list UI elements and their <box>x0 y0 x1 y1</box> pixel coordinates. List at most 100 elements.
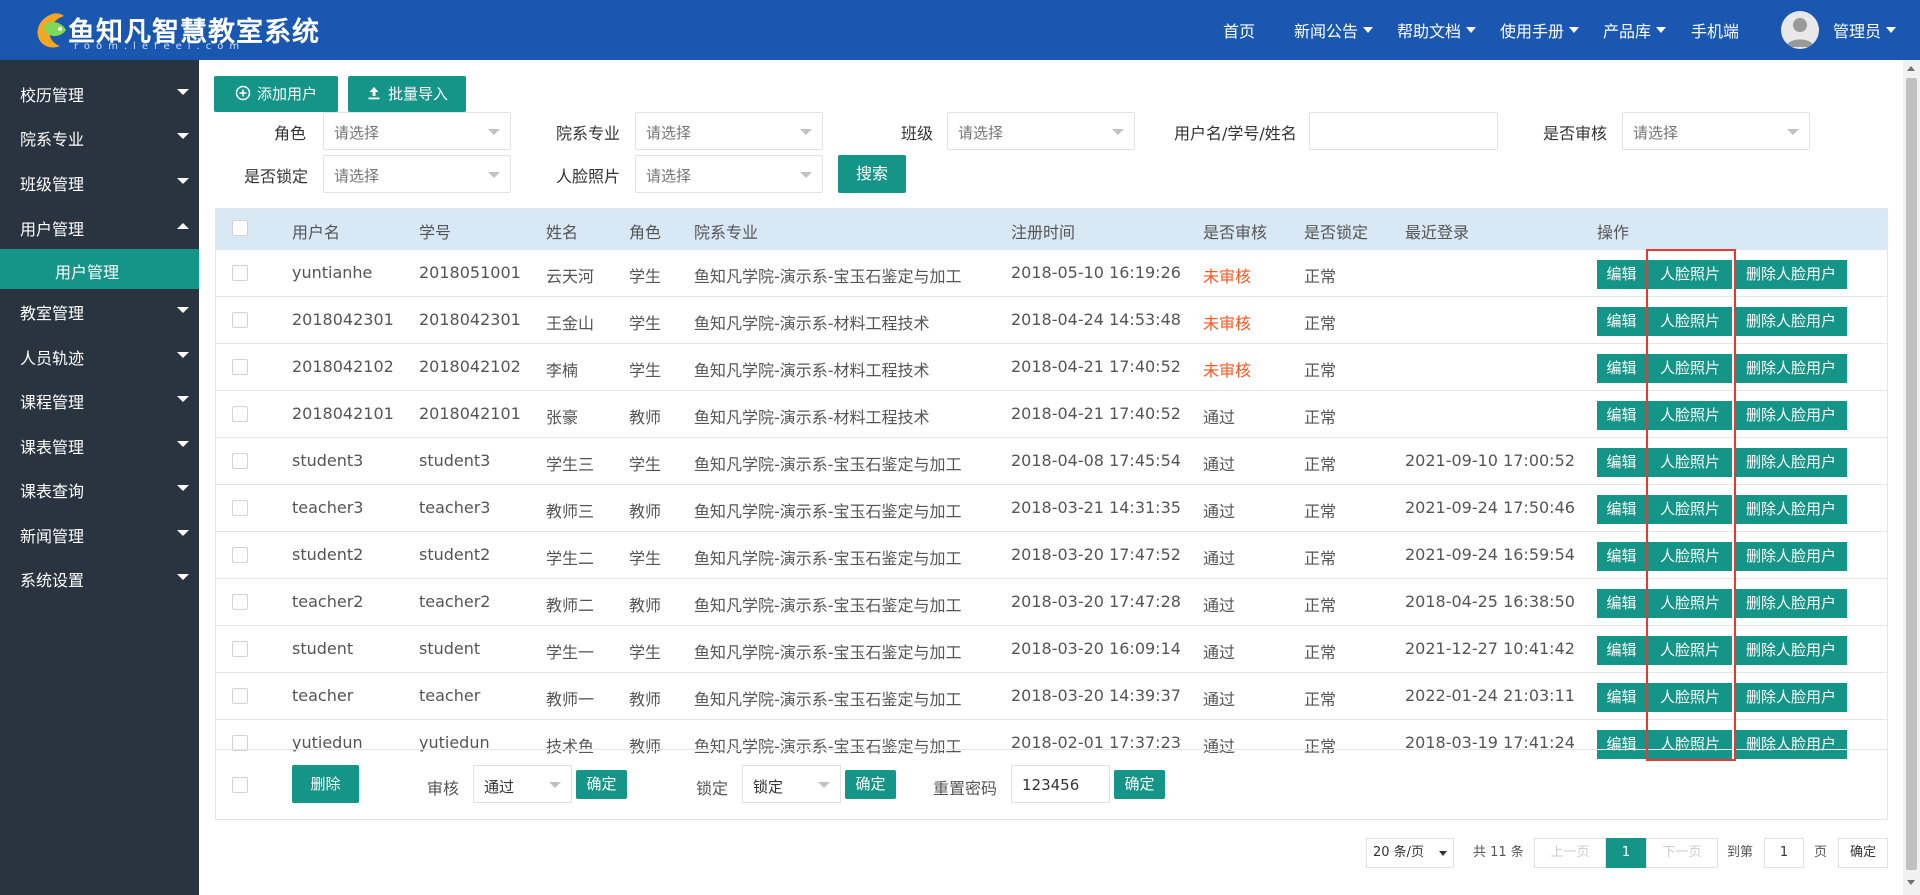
face-photo-button[interactable]: 人脸照片 <box>1648 448 1732 477</box>
edit-button[interactable]: 编辑 <box>1597 542 1646 571</box>
sidebar-item-settings[interactable]: 系统设置 <box>0 557 199 597</box>
batch-select-checkbox[interactable] <box>232 777 248 793</box>
row-checkbox[interactable] <box>232 453 248 469</box>
sidebar-item-classrooms[interactable]: 教室管理 <box>0 290 199 330</box>
select-all-checkbox[interactable] <box>232 220 248 236</box>
cell-role: 教师 <box>629 502 662 521</box>
keyword-input[interactable] <box>1309 112 1498 150</box>
nav-mobile[interactable]: 手机端 <box>1691 0 1739 60</box>
batch-import-button[interactable]: 批量导入 <box>348 76 466 112</box>
delete-face-user-button[interactable]: 删除人脸用户 <box>1735 354 1847 383</box>
row-checkbox[interactable] <box>232 312 248 328</box>
role-select-placeholder: 请选择 <box>334 124 380 142</box>
edit-button[interactable]: 编辑 <box>1597 683 1646 712</box>
role-select[interactable]: 请选择 <box>323 112 511 150</box>
edit-button[interactable]: 编辑 <box>1597 307 1646 336</box>
goto-page-input[interactable]: 1 <box>1764 838 1804 868</box>
nav-news[interactable]: 新闻公告 <box>1294 0 1374 60</box>
face-photo-button[interactable]: 人脸照片 <box>1648 636 1732 665</box>
sidebar-subitem-user-management[interactable]: 用户管理 <box>0 249 199 289</box>
row-checkbox[interactable] <box>232 547 248 563</box>
edit-button[interactable]: 编辑 <box>1597 495 1646 524</box>
scroll-up-icon[interactable] <box>1907 66 1915 71</box>
edit-button[interactable]: 编辑 <box>1597 448 1646 477</box>
next-page-button[interactable]: 下一页 <box>1646 838 1718 868</box>
edit-button[interactable]: 编辑 <box>1597 636 1646 665</box>
delete-face-user-button[interactable]: 删除人脸用户 <box>1735 495 1847 524</box>
cell-registered: 2018-04-08 17:45:54 <box>1011 451 1181 470</box>
prev-page-button[interactable]: 上一页 <box>1534 838 1606 868</box>
dept-select[interactable]: 请选择 <box>635 112 823 150</box>
class-select[interactable]: 请选择 <box>947 112 1135 150</box>
sidebar-item-tracks[interactable]: 人员轨迹 <box>0 335 199 375</box>
face-photo-button[interactable]: 人脸照片 <box>1648 307 1732 336</box>
face-photo-button[interactable]: 人脸照片 <box>1648 401 1732 430</box>
lock-select[interactable]: 请选择 <box>323 155 511 193</box>
edit-button[interactable]: 编辑 <box>1597 401 1646 430</box>
face-filter-label: 人脸照片 <box>556 167 621 186</box>
batch-audit-select[interactable]: 通过 <box>473 765 572 803</box>
delete-face-user-button[interactable]: 删除人脸用户 <box>1735 589 1847 618</box>
user-menu[interactable]: 管理员 <box>1833 0 1897 60</box>
face-photo-button[interactable]: 人脸照片 <box>1648 495 1732 524</box>
edit-button[interactable]: 编辑 <box>1597 589 1646 618</box>
delete-face-user-button[interactable]: 删除人脸用户 <box>1735 683 1847 712</box>
nav-news-label: 新闻公告 <box>1294 22 1359 41</box>
delete-face-user-button[interactable]: 删除人脸用户 <box>1735 401 1847 430</box>
batch-delete-button[interactable]: 删除 <box>292 765 359 803</box>
reset-password-confirm-button[interactable]: 确定 <box>1114 770 1165 799</box>
nav-products[interactable]: 产品库 <box>1603 0 1667 60</box>
row-checkbox[interactable] <box>232 265 248 281</box>
sidebar-item-classes[interactable]: 班级管理 <box>0 161 199 201</box>
face-photo-button[interactable]: 人脸照片 <box>1648 683 1732 712</box>
nav-mobile-label: 手机端 <box>1691 22 1740 41</box>
delete-face-user-button[interactable]: 删除人脸用户 <box>1735 448 1847 477</box>
add-user-button[interactable]: 添加用户 <box>214 76 338 112</box>
lock-select-placeholder: 请选择 <box>334 167 380 185</box>
cell-name: 云天河 <box>546 267 595 286</box>
reset-password-input[interactable]: 123456 <box>1011 765 1110 803</box>
delete-face-user-button[interactable]: 删除人脸用户 <box>1735 260 1847 289</box>
sidebar-item-users[interactable]: 用户管理 <box>0 206 199 246</box>
page-size-select[interactable]: 20 条/页 <box>1366 838 1454 868</box>
row-checkbox[interactable] <box>232 594 248 610</box>
nav-manual[interactable]: 使用手册 <box>1500 0 1580 60</box>
goto-confirm-button[interactable]: 确定 <box>1838 838 1888 868</box>
edit-button[interactable]: 编辑 <box>1597 260 1646 289</box>
face-photo-button[interactable]: 人脸照片 <box>1648 260 1732 289</box>
face-photo-button[interactable]: 人脸照片 <box>1648 354 1732 383</box>
edit-button[interactable]: 编辑 <box>1597 354 1646 383</box>
face-photo-button[interactable]: 人脸照片 <box>1648 589 1732 618</box>
delete-face-user-button[interactable]: 删除人脸用户 <box>1735 307 1847 336</box>
sidebar-item-timetable-query[interactable]: 课表查询 <box>0 468 199 508</box>
nav-home[interactable]: 首页 <box>1223 0 1255 60</box>
row-checkbox[interactable] <box>232 641 248 657</box>
search-button[interactable]: 搜索 <box>838 155 906 193</box>
sidebar-item-timetable[interactable]: 课表管理 <box>0 424 199 464</box>
batch-audit-confirm-button[interactable]: 确定 <box>576 770 627 799</box>
logo[interactable]: 鱼知凡智慧教室系统 room.lefeel.com <box>32 8 332 54</box>
face-photo-button[interactable]: 人脸照片 <box>1648 542 1732 571</box>
row-checkbox[interactable] <box>232 688 248 704</box>
row-checkbox[interactable] <box>232 406 248 422</box>
row-checkbox[interactable] <box>232 359 248 375</box>
sidebar-item-courses[interactable]: 课程管理 <box>0 379 199 419</box>
delete-face-user-button[interactable]: 删除人脸用户 <box>1735 636 1847 665</box>
page-1-button[interactable]: 1 <box>1606 838 1646 868</box>
cell-registered: 2018-03-20 16:09:14 <box>1011 639 1181 658</box>
face-select[interactable]: 请选择 <box>635 155 823 193</box>
sidebar-item-news[interactable]: 新闻管理 <box>0 513 199 553</box>
nav-help-docs[interactable]: 帮助文档 <box>1397 0 1477 60</box>
scroll-down-icon[interactable] <box>1907 880 1915 885</box>
delete-face-user-button[interactable]: 删除人脸用户 <box>1735 542 1847 571</box>
sidebar-item-departments[interactable]: 院系专业 <box>0 116 199 156</box>
user-avatar[interactable] <box>1781 11 1819 49</box>
row-checkbox[interactable] <box>232 500 248 516</box>
audit-select[interactable]: 请选择 <box>1622 112 1810 150</box>
scrollbar-thumb[interactable] <box>1906 78 1917 870</box>
batch-lock-confirm-button[interactable]: 确定 <box>845 770 896 799</box>
sidebar-item-calendar[interactable]: 校历管理 <box>0 72 199 112</box>
batch-lock-select[interactable]: 锁定 <box>742 765 841 803</box>
cell-audit: 通过 <box>1203 455 1236 474</box>
cell-student-no: student <box>419 639 481 658</box>
